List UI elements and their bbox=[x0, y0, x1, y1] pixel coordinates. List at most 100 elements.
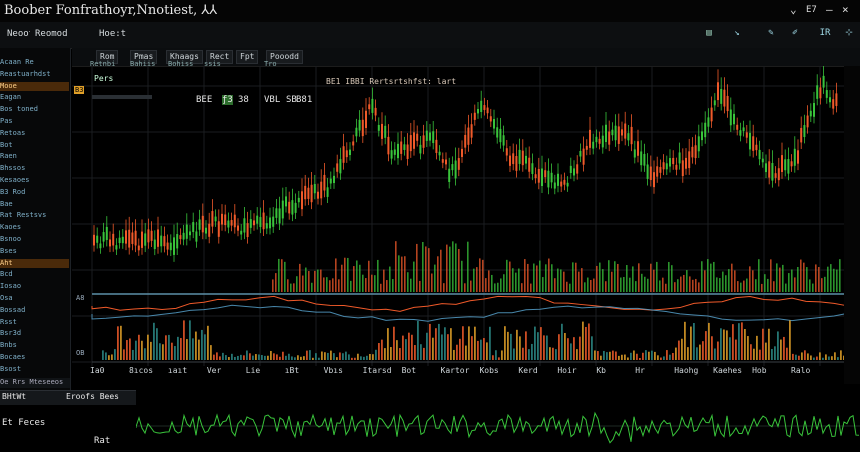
histogram-bar bbox=[534, 326, 536, 360]
watchlist-row[interactable]: Bsnoo bbox=[0, 235, 69, 244]
watchlist-row[interactable]: Mooe bbox=[0, 81, 69, 91]
watchlist-row[interactable]: Bae bbox=[0, 200, 69, 209]
candle bbox=[118, 237, 121, 244]
time-tick-label: Kb bbox=[596, 366, 606, 375]
candle bbox=[681, 160, 684, 177]
price-chart[interactable] bbox=[72, 66, 860, 384]
crosshair-icon[interactable]: ⊹ bbox=[842, 26, 856, 40]
watchlist-row[interactable]: Pas bbox=[0, 117, 69, 126]
histogram-bar bbox=[441, 334, 443, 360]
watchlist-row[interactable]: Eagan bbox=[0, 93, 69, 102]
histogram-bar bbox=[750, 344, 752, 360]
close-button[interactable]: × bbox=[842, 3, 849, 16]
volume-bar bbox=[689, 276, 691, 292]
oscillator-panel[interactable] bbox=[136, 398, 860, 452]
volume-bar bbox=[443, 283, 445, 292]
histogram-bar bbox=[468, 326, 470, 360]
histogram-bar bbox=[168, 334, 170, 360]
watchlist-row[interactable]: Bocaes bbox=[0, 353, 69, 362]
candle bbox=[451, 164, 454, 171]
histogram-bar bbox=[327, 352, 329, 360]
histogram-bar bbox=[678, 340, 680, 360]
candle bbox=[720, 88, 723, 104]
ruler-icon[interactable]: IR bbox=[816, 26, 834, 40]
candle bbox=[685, 157, 687, 169]
candle bbox=[285, 196, 287, 207]
watchlist-row[interactable]: Bsost bbox=[0, 365, 69, 374]
watchlist-row[interactable]: Rat Restsvs bbox=[0, 211, 69, 220]
histogram-bar bbox=[591, 336, 593, 360]
draw-icon[interactable]: ✐ bbox=[788, 26, 802, 40]
pen-icon[interactable]: ✎ bbox=[764, 26, 778, 40]
histogram-bar bbox=[624, 354, 626, 360]
watchlist-row[interactable]: Bhssos bbox=[0, 164, 69, 173]
watchlist-row[interactable]: Rsst bbox=[0, 318, 69, 327]
watchlist-row[interactable]: Iosao bbox=[0, 282, 69, 291]
volume-bar bbox=[380, 283, 382, 292]
watchlist-row[interactable]: Bnbs bbox=[0, 341, 69, 350]
watchlist-row[interactable]: Bot bbox=[0, 141, 69, 150]
candle bbox=[384, 125, 387, 138]
chart-icon[interactable]: ▤ bbox=[702, 26, 716, 40]
candle bbox=[624, 123, 627, 139]
histogram-bar bbox=[321, 351, 323, 360]
candle bbox=[243, 218, 246, 233]
histogram-bar bbox=[276, 354, 278, 360]
watchlist-row[interactable]: Bcd bbox=[0, 270, 69, 279]
candle bbox=[691, 146, 694, 158]
watchlist-row[interactable]: Osa bbox=[0, 294, 69, 303]
watchlist-row[interactable]: Raen bbox=[0, 152, 69, 161]
histogram-bar bbox=[117, 326, 119, 360]
histogram-bar bbox=[570, 343, 572, 360]
histogram-bar bbox=[726, 330, 728, 360]
watchlist-row[interactable]: Aht bbox=[0, 258, 69, 268]
candle bbox=[729, 109, 732, 126]
histogram-bar bbox=[546, 335, 548, 360]
menu-hoet[interactable]: Hoe:t bbox=[94, 26, 132, 43]
watchlist-row[interactable]: Bsr3d bbox=[0, 329, 69, 338]
histogram-bar bbox=[405, 339, 407, 360]
watchlist-row[interactable]: Bossad bbox=[0, 306, 69, 315]
histogram-bar bbox=[144, 348, 146, 360]
histogram-bar bbox=[108, 355, 110, 360]
menu-reomod[interactable]: Reomod bbox=[30, 26, 73, 43]
watchlist-row[interactable]: Kesaoes bbox=[0, 176, 69, 185]
minimize-button[interactable]: – bbox=[826, 3, 833, 16]
histogram-bar bbox=[732, 324, 734, 360]
volume-bar bbox=[362, 274, 364, 292]
volume-bar bbox=[272, 279, 274, 292]
volume-bar bbox=[608, 260, 610, 292]
histogram-bar bbox=[777, 331, 779, 360]
window-indicator[interactable]: E7 bbox=[806, 5, 817, 15]
histogram-bar bbox=[720, 328, 722, 360]
watchlist-row[interactable]: Bos toned bbox=[0, 105, 69, 114]
candle bbox=[499, 128, 502, 143]
histogram-bar bbox=[645, 350, 647, 360]
watchlist-row[interactable]: Reastuarhdst bbox=[0, 70, 69, 79]
histogram-bar bbox=[420, 344, 422, 360]
volume-bar bbox=[500, 278, 502, 292]
price-axis[interactable] bbox=[844, 66, 860, 384]
histogram-bar bbox=[657, 355, 659, 360]
watchlist-row[interactable]: Acaan Re bbox=[0, 58, 69, 67]
candle bbox=[99, 243, 102, 249]
watchlist-row[interactable]: Bses bbox=[0, 247, 69, 256]
watchlist-row[interactable]: Retoas bbox=[0, 129, 69, 138]
candle bbox=[329, 178, 332, 184]
volume-bar bbox=[329, 280, 331, 292]
watchlist-row[interactable]: B3 Rod bbox=[0, 188, 69, 197]
volume-bar bbox=[338, 279, 340, 292]
minimize-chevron-icon[interactable]: ⌄ bbox=[790, 3, 797, 16]
volume-bar bbox=[485, 278, 487, 292]
candle bbox=[592, 141, 595, 149]
cursor-icon[interactable]: ↘ bbox=[730, 26, 744, 40]
histogram-bar bbox=[372, 354, 374, 360]
volume-bar bbox=[611, 271, 613, 292]
histogram-bar bbox=[369, 353, 371, 360]
watchlist-row[interactable]: Kaoes bbox=[0, 223, 69, 232]
volume-bar bbox=[302, 275, 304, 292]
histogram-bar bbox=[249, 353, 251, 360]
candle bbox=[790, 161, 793, 167]
volume-bar bbox=[650, 263, 652, 292]
histogram-bar bbox=[603, 350, 605, 360]
